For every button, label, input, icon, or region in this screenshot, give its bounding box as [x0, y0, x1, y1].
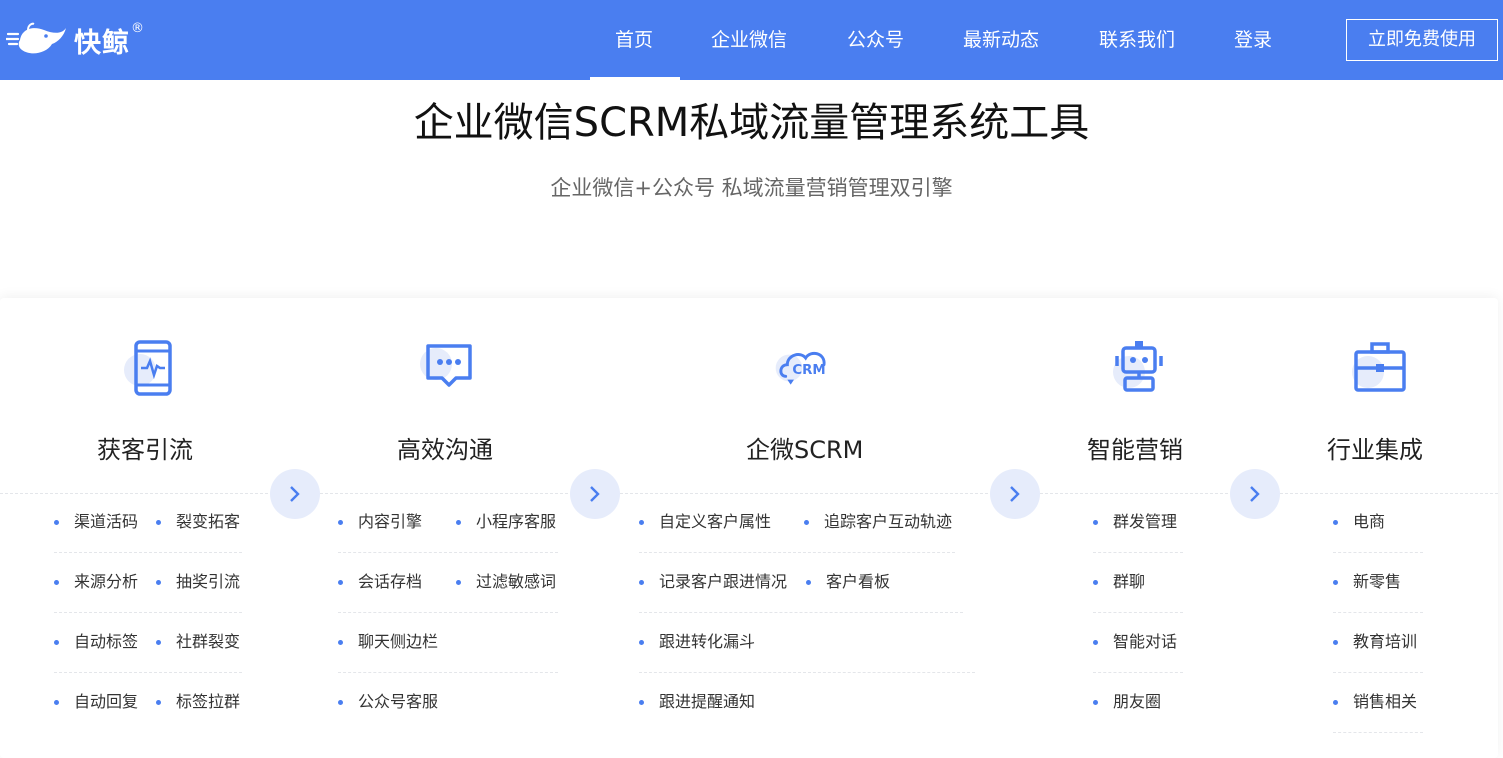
- feature-item[interactable]: 跟进提醒通知: [639, 672, 755, 732]
- next-arrow-button[interactable]: [570, 469, 620, 519]
- feature-item[interactable]: 群发管理: [1093, 492, 1177, 552]
- feature-item[interactable]: 会话存档: [338, 552, 422, 612]
- robot-icon: [1113, 341, 1163, 392]
- row-separator: [1093, 612, 1183, 613]
- row-separator: [338, 672, 558, 673]
- row-separator: [338, 612, 558, 613]
- feature-item[interactable]: 客户看板: [806, 552, 890, 612]
- feature-item[interactable]: 来源分析: [54, 552, 138, 612]
- feature-item[interactable]: 新零售: [1333, 552, 1401, 612]
- chevron-right-icon: [290, 486, 300, 502]
- column-title-industry: 行业集成: [1327, 436, 1423, 464]
- column-title-scrm: 企微SCRM: [746, 436, 864, 464]
- feature-item[interactable]: 追踪客户互动轨迹: [804, 492, 952, 552]
- feature-item[interactable]: 社群裂变: [156, 612, 240, 672]
- nav-latest-news[interactable]: 最新动态: [963, 0, 1039, 80]
- feature-item[interactable]: 过滤敏感词: [456, 552, 556, 612]
- column-title-acquisition: 获客引流: [97, 436, 193, 464]
- next-arrow-button[interactable]: [990, 469, 1040, 519]
- feature-item[interactable]: 内容引擎: [338, 492, 422, 552]
- brand-name: 快鲸: [74, 27, 130, 59]
- page-subtitle: 企业微信+公众号 私域流量营销管理双引擎: [550, 176, 953, 200]
- active-nav-indicator: [590, 77, 680, 80]
- feature-item[interactable]: 聊天侧边栏: [338, 612, 438, 672]
- feature-item[interactable]: 自定义客户属性: [639, 492, 771, 552]
- feature-item[interactable]: 公众号客服: [338, 672, 438, 732]
- row-separator: [1333, 612, 1423, 613]
- chevron-right-icon: [1250, 486, 1260, 502]
- feature-item[interactable]: 教育培训: [1333, 612, 1417, 672]
- nav-official-account[interactable]: 公众号: [847, 0, 904, 80]
- row-separator: [639, 612, 963, 613]
- svg-text:CRM: CRM: [792, 363, 825, 378]
- row-separator: [1093, 552, 1183, 553]
- row-separator: [54, 552, 242, 553]
- row-separator: [54, 612, 242, 613]
- toolbox-icon: [1352, 342, 1406, 392]
- feature-item[interactable]: 标签拉群: [156, 672, 240, 732]
- nav-wecom[interactable]: 企业微信: [711, 0, 787, 80]
- row-separator: [1333, 552, 1423, 553]
- next-arrow-button[interactable]: [270, 469, 320, 519]
- feature-item[interactable]: 小程序客服: [456, 492, 556, 552]
- feature-item[interactable]: 裂变拓客: [156, 492, 240, 552]
- row-separator: [639, 552, 955, 553]
- feature-item[interactable]: 抽奖引流: [156, 552, 240, 612]
- row-separator: [1333, 672, 1423, 673]
- phone-heartbeat-icon: [124, 340, 172, 396]
- feature-item[interactable]: 销售相关: [1333, 672, 1417, 732]
- feature-item[interactable]: 群聊: [1093, 552, 1145, 612]
- top-navbar: 快鲸 ® 首页 企业微信 公众号 最新动态 联系我们 登录 立即免费使用: [0, 0, 1503, 80]
- feature-item[interactable]: 自动标签: [54, 612, 138, 672]
- brand-logo[interactable]: 快鲸 ®: [6, 14, 144, 66]
- chevron-right-icon: [590, 486, 600, 502]
- whale-icon: [6, 22, 66, 54]
- feature-item[interactable]: 记录客户跟进情况: [639, 552, 787, 612]
- row-separator: [54, 672, 242, 673]
- crm-cloud-icon: CRM: [775, 351, 826, 385]
- feature-item[interactable]: 渠道活码: [54, 492, 138, 552]
- feature-item[interactable]: 电商: [1333, 492, 1385, 552]
- row-separator: [1093, 672, 1183, 673]
- column-title-communication: 高效沟通: [397, 436, 493, 464]
- feature-item[interactable]: 朋友圈: [1093, 672, 1161, 732]
- nav-login[interactable]: 登录: [1234, 0, 1272, 80]
- chat-bubble-icon: [420, 344, 472, 387]
- feature-item[interactable]: 智能对话: [1093, 612, 1177, 672]
- chevron-right-icon: [1010, 486, 1020, 502]
- nav-home[interactable]: 首页: [615, 0, 653, 80]
- page-title: 企业微信SCRM私域流量管理系统工具: [413, 100, 1090, 146]
- column-title-marketing: 智能营销: [1087, 436, 1183, 464]
- next-arrow-button[interactable]: [1230, 469, 1280, 519]
- feature-item[interactable]: 跟进转化漏斗: [639, 612, 755, 672]
- free-trial-button[interactable]: 立即免费使用: [1346, 19, 1498, 61]
- registered-mark: ®: [131, 20, 144, 36]
- nav-contact-us[interactable]: 联系我们: [1099, 0, 1175, 80]
- feature-item[interactable]: 自动回复: [54, 672, 138, 732]
- row-separator: [338, 552, 558, 553]
- row-separator: [1333, 732, 1423, 733]
- row-separator: [639, 672, 975, 673]
